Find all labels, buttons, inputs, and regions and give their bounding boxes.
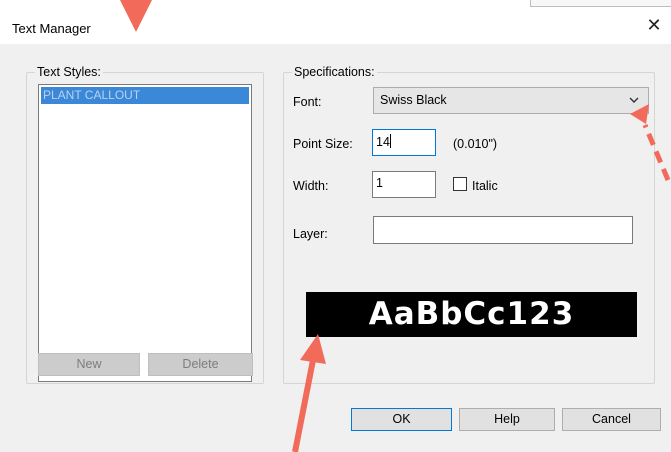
text-styles-list[interactable]: PLANT CALLOUT bbox=[38, 84, 252, 382]
font-value: Swiss Black bbox=[380, 93, 447, 107]
point-size-input[interactable]: 14 bbox=[372, 129, 436, 156]
width-value: 1 bbox=[376, 176, 383, 190]
close-icon[interactable]: ✕ bbox=[643, 14, 665, 36]
delete-button[interactable]: Delete bbox=[148, 353, 253, 376]
chevron-down-icon bbox=[629, 97, 639, 103]
width-label: Width: bbox=[293, 179, 329, 193]
window-title: Text Manager bbox=[12, 21, 91, 36]
new-button[interactable]: New bbox=[38, 353, 140, 376]
text-styles-label: Text Styles: bbox=[37, 65, 101, 79]
point-size-value: 14 bbox=[376, 135, 390, 149]
font-preview: AaBbCc123 bbox=[306, 292, 637, 337]
dialog-client-area: Text Styles: PLANT CALLOUT New Delete Sp… bbox=[0, 44, 671, 452]
width-input[interactable]: 1 bbox=[372, 171, 436, 198]
font-label: Font: bbox=[293, 95, 322, 109]
layer-input[interactable] bbox=[373, 216, 633, 244]
background-window-edge bbox=[530, 0, 671, 7]
italic-label[interactable]: Italic bbox=[472, 179, 498, 193]
text-caret bbox=[389, 134, 391, 148]
italic-checkbox[interactable] bbox=[453, 177, 467, 191]
list-item[interactable]: PLANT CALLOUT bbox=[41, 87, 249, 104]
cancel-button[interactable]: Cancel bbox=[562, 408, 661, 431]
point-size-label: Point Size: bbox=[293, 137, 353, 151]
help-button[interactable]: Help bbox=[459, 408, 555, 431]
layer-label: Layer: bbox=[293, 227, 328, 241]
ok-button[interactable]: OK bbox=[351, 408, 452, 431]
font-dropdown[interactable]: Swiss Black bbox=[373, 87, 649, 114]
point-size-inches: (0.010") bbox=[453, 137, 498, 151]
specifications-label: Specifications: bbox=[294, 65, 375, 79]
